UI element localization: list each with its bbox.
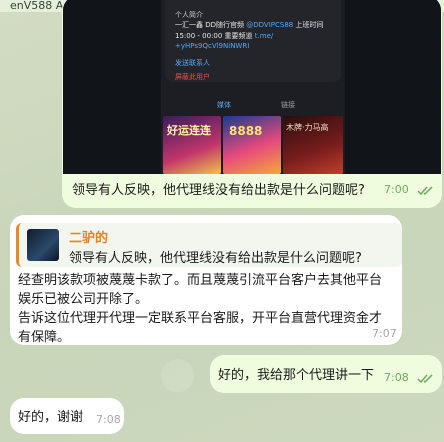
media-thumbnail-2: 8888 (223, 116, 281, 174)
profile-line2-text: 15:00 - 00:00 重要频道 (175, 32, 253, 40)
profile-line2: 15:00 - 00:00 重要频道 t.me/ (175, 31, 273, 41)
outgoing-message-time: 7:08 (384, 371, 409, 384)
thumb1-text: 好运连连 (167, 124, 211, 137)
quoted-thumbnail (27, 229, 59, 261)
image-message-caption: 领导有人反映，他代理线没有给出款是什么问题呢? (72, 183, 365, 198)
profile-line1-link: @DDVIPCS88 (246, 21, 294, 29)
quote-text: 领导有人反映，他代理线没有给出款是什么问题呢? (69, 251, 362, 266)
quote-author: 二驴的 (69, 231, 109, 246)
image-message-bubble[interactable]: 个人简介 一汇一鑫 DD随行官频 @DDVIPCS88 上班时间 15:00 -… (62, 0, 442, 208)
reply-message-bubble[interactable]: 二驴的 领导有人反映，他代理线没有给出款是什么问题呢? 经查明该款项被蔑蔑卡款了… (10, 215, 402, 345)
reply-body: 经查明该款项被蔑蔑卡款了。而且蔑蔑引流平台客户去其他平台 娱乐已被公司开除了。 … (18, 271, 400, 347)
reply-line-1: 经查明该款项被蔑蔑卡款了。而且蔑蔑引流平台客户去其他平台 (18, 273, 383, 288)
reply-line-4: 有保障。 (18, 330, 71, 345)
attached-screenshot[interactable]: 个人简介 一汇一鑫 DD随行官频 @DDVIPCS88 上班时间 15:00 -… (63, 0, 441, 174)
phone-tab-media: 媒体 (217, 101, 231, 109)
double-check-icon (417, 186, 433, 196)
profile-send-contact: 发送联系人 (175, 59, 210, 67)
incoming-message-bubble[interactable]: 好的，谢谢 7:08 (10, 398, 124, 434)
outgoing-message-bubble[interactable]: 好的，我给那个代理讲一下 7:08 (210, 355, 442, 393)
reply-line-3: 告诉这位代理开代理一定联系平台客服，开平台直营代理资金才 (18, 311, 383, 326)
reply-line-2: 娱乐已被公司开除了。 (18, 292, 149, 307)
profile-card: 个人简介 一汇一鑫 DD随行官频 @DDVIPCS88 上班时间 15:00 -… (165, 0, 341, 82)
quoted-message[interactable]: 二驴的 领导有人反映，他代理线没有给出款是什么问题呢? (16, 223, 402, 267)
profile-line1: 一汇一鑫 DD随行官频 @DDVIPCS88 上班时间 (175, 20, 323, 30)
profile-line2-link: t.me/ (254, 32, 274, 40)
profile-line1-text: 一汇一鑫 DD随行官频 (175, 21, 245, 29)
image-message-time: 7:00 (384, 183, 409, 196)
profile-section-title: 个人简介 (175, 11, 203, 19)
thumb2-text: 8888 (229, 124, 263, 138)
outgoing-message-text: 好的，我给那个代理讲一下 (218, 368, 375, 383)
phone-screenshot: 个人简介 一汇一鑫 DD随行官频 @DDVIPCS88 上班时间 15:00 -… (161, 0, 345, 174)
media-thumbnail-3: 木牌·力马高 (283, 116, 343, 174)
media-thumbnail-1: 好运连连 (163, 116, 221, 174)
reply-message-time: 7:07 (372, 327, 397, 340)
double-check-icon (417, 374, 433, 384)
thumb3-text: 木牌·力马高 (286, 123, 329, 132)
profile-block-user: 屏蔽此用户 (175, 73, 210, 81)
phone-tabs: 媒体 链接 (161, 100, 345, 112)
profile-invite-link: +yHPs9QcVl9NiNWRI (175, 42, 250, 50)
incoming-message-text: 好的，谢谢 (18, 410, 84, 425)
incoming-message-time: 7:08 (96, 413, 121, 426)
phone-tab-links: 链接 (281, 101, 295, 109)
profile-line1-suffix: 上班时间 (295, 21, 324, 29)
